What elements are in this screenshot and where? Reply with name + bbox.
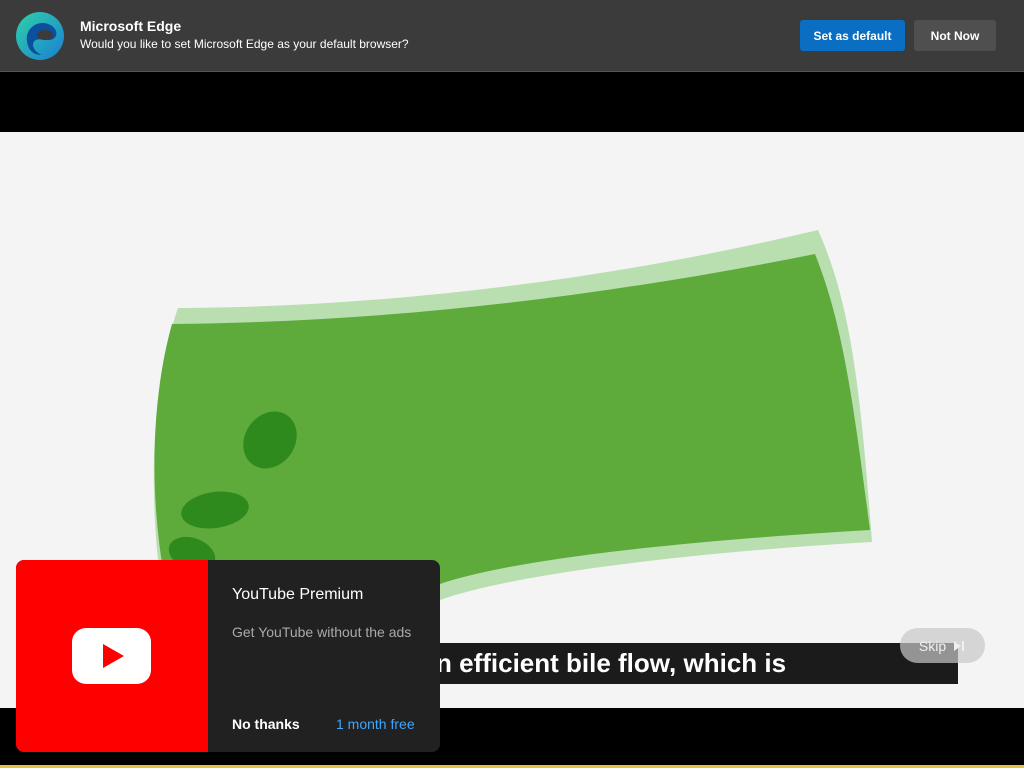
banner-message: Would you like to set Microsoft Edge as … [80,37,409,51]
skip-label: Skip [918,637,947,654]
banner-title: Microsoft Edge [80,18,182,34]
promo-title: YouTube Premium [232,586,364,603]
youtube-play-icon [72,628,151,684]
video-caption: n efficient bile flow, which is [430,643,958,684]
promo-brand-panel [16,560,208,752]
not-now-button[interactable]: Not Now [914,20,996,51]
no-thanks-button[interactable]: No thanks [232,716,300,732]
set-as-default-button[interactable]: Set as default [800,20,905,51]
youtube-premium-promo: YouTube Premium Get YouTube without the … [16,560,440,752]
skip-ad-button[interactable]: Skip [900,628,985,663]
skip-next-icon [954,640,965,651]
promo-subtitle: Get YouTube without the ads [232,624,412,640]
edge-default-browser-banner: Microsoft Edge Would you like to set Mic… [0,0,1024,72]
free-trial-link[interactable]: 1 month free [336,716,415,732]
edge-logo-icon [16,12,64,60]
